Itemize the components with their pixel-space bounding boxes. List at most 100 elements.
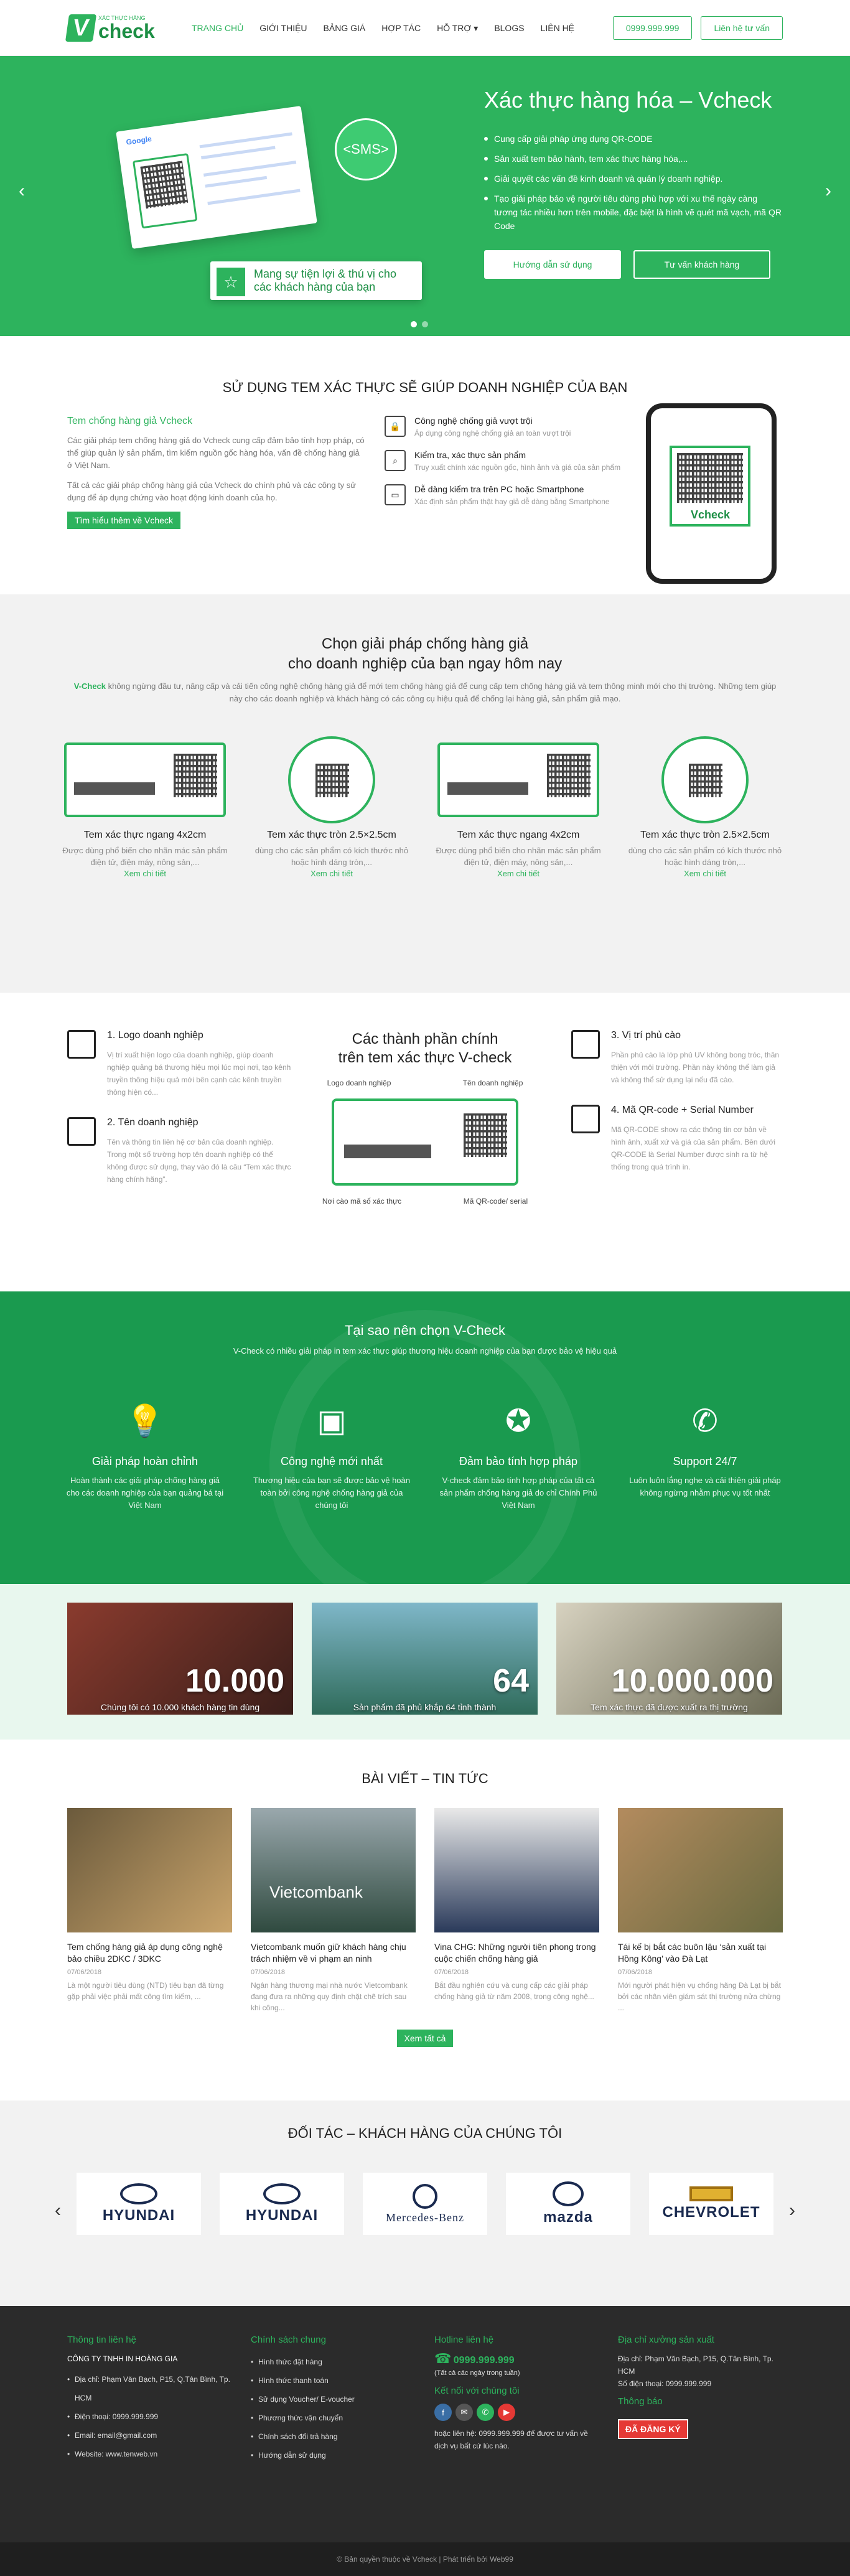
product-more-link[interactable]: Xem chi tiết: [124, 869, 166, 878]
news-headline[interactable]: Vina CHG: Những người tiên phong trong c…: [434, 1941, 599, 1965]
partner-logo[interactable]: HYUNDAI: [220, 2173, 344, 2235]
why-item-desc: V-check đảm bảo tính hợp pháp của tất cả…: [439, 1476, 597, 1510]
product-title: Tem xác thực tròn 2.5×2.5cm: [640, 830, 770, 840]
product-more-link[interactable]: Xem chi tiết: [497, 869, 539, 878]
news-excerpt: Là một người tiêu dùng (NTD) tiêu bạn đã…: [67, 1981, 224, 2001]
tag-label: Nơi cào mã số xác thực: [322, 1197, 402, 1206]
product-card: Tem xác thực ngang 4x2cm Được dùng phổ bi…: [61, 736, 229, 878]
policy-link[interactable]: Hướng dẫn sử dụng: [251, 2446, 416, 2465]
hero-bullet: Tạo giải pháp bảo vệ người tiêu dùng phù…: [484, 192, 783, 233]
nav-support[interactable]: HỖ TRỢ ▾: [437, 23, 478, 34]
learn-more-button[interactable]: Tìm hiểu thêm về Vcheck: [67, 512, 180, 529]
footer-info[interactable]: Website: www.tenweb.vn: [67, 2445, 232, 2463]
product-card: Tem xác thực ngang 4x2cm Được dùng phổ bi…: [434, 736, 602, 878]
solutions-title: Chọn giải pháp chống hàng giả cho doanh n…: [0, 634, 850, 674]
chevron-down-icon: ▾: [474, 22, 479, 33]
phone-button[interactable]: 0999.999.999: [612, 16, 693, 40]
partner-name: mazda: [543, 2209, 593, 2226]
next-arrow-icon[interactable]: ›: [825, 180, 831, 202]
policy-link[interactable]: Sử dụng Voucher/ E-voucher: [251, 2390, 416, 2409]
solutions-title-1: Chọn giải pháp chống hàng giả: [321, 635, 529, 652]
news-image: Vietcombank: [251, 1808, 416, 1932]
phone-brand: Vcheck: [691, 508, 731, 521]
news-date: 07/06/2018: [251, 1969, 286, 1976]
product-desc: Được dùng phổ biến cho nhãn mác sản phẩm…: [62, 846, 228, 867]
news-headline[interactable]: Vietcombank muốn giữ khách hàng chịu trá…: [251, 1941, 416, 1965]
news-excerpt: Bắt đầu nghiên cứu và cung cấp các giải …: [434, 1981, 594, 2001]
benefits-paragraph: Tất cả các giải pháp chống hàng giả của …: [67, 480, 356, 502]
consult-customer-button[interactable]: Tư vấn khách hàng: [633, 250, 770, 279]
policy-link[interactable]: Chính sách đổi trả hàng: [251, 2427, 416, 2446]
nav-blogs[interactable]: BLOGS: [494, 23, 524, 34]
prev-arrow-icon[interactable]: ‹: [19, 180, 25, 202]
phone-icon[interactable]: ✆: [477, 2404, 494, 2421]
slider-dot[interactable]: [422, 321, 428, 327]
nav-pricing[interactable]: BẢNG GIÁ: [324, 23, 366, 34]
youtube-icon[interactable]: ▶: [498, 2404, 515, 2421]
news-card[interactable]: Tem chống hàng giả áp dụng công nghệ bảo…: [67, 1808, 232, 2013]
stat-number: 10.000: [185, 1663, 284, 1699]
product-title: Tem xác thực tròn 2.5×2.5cm: [267, 830, 396, 840]
hero-bullets: Cung cấp giải pháp ứng dụng QR-CODE Sản …: [484, 132, 783, 233]
feature-desc: Áp dụng công nghệ chống giả an toàn vượt…: [414, 429, 571, 438]
logo[interactable]: V XÁC THỰC HÀNG check: [65, 14, 179, 42]
policy-link[interactable]: Hình thức đặt hàng: [251, 2353, 416, 2371]
policy-link[interactable]: Hình thức thanh toán: [251, 2371, 416, 2390]
feature-desc: Xác định sản phẩm thật hay giả dễ dàng b…: [414, 497, 610, 506]
hotline-number[interactable]: 0999.999.999: [454, 2355, 515, 2366]
view-all-button[interactable]: Xem tất cả: [396, 2030, 454, 2047]
nav-contact[interactable]: LIÊN HỆ: [541, 23, 574, 34]
email-icon[interactable]: ✉: [455, 2404, 473, 2421]
bank-sign: Vietcombank: [269, 1883, 363, 1901]
sms-bubble: <SMS>: [335, 118, 397, 180]
news-card[interactable]: Vina CHG: Những người tiên phong trong c…: [434, 1808, 599, 2013]
nav-about[interactable]: GIỚI THIỆU: [259, 23, 307, 34]
news-image: [67, 1808, 232, 1932]
product-more-link[interactable]: Xem chi tiết: [311, 869, 353, 878]
footer-info[interactable]: Email: email@gmail.com: [67, 2426, 232, 2445]
news-card[interactable]: Vietcombank Vietcombank muốn giữ khách hà…: [251, 1808, 416, 2013]
main-nav: TRANG CHỦ GIỚI THIỆU BẢNG GIÁ HỢP TÁC HỖ…: [192, 23, 604, 34]
news-headline[interactable]: Tem chống hàng giả áp dụng công nghệ bảo…: [67, 1941, 232, 1965]
next-arrow-icon[interactable]: ›: [789, 2200, 795, 2221]
news-date: 07/06/2018: [434, 1969, 469, 1976]
news-headline[interactable]: Tái kế bị bắt các buôn lậu ‘sản xuất tại…: [618, 1941, 783, 1965]
nav-cooperation[interactable]: HỢP TÁC: [381, 23, 421, 34]
news-excerpt: Ngân hàng thương mại nhà nước Vietcomban…: [251, 1981, 408, 2012]
search-document-icon: ⌕: [385, 450, 406, 471]
feature-desc: Truy xuất chính xác nguồn gốc, hình ảnh …: [414, 463, 621, 472]
product-desc: dùng cho các sản phẩm có kích thước nhỏ …: [628, 846, 782, 867]
id-card-icon: [67, 1117, 96, 1146]
registered-badge[interactable]: ĐÃ ĐĂNG KÝ: [618, 2419, 688, 2439]
facebook-icon[interactable]: f: [434, 2404, 452, 2421]
components-title-2: trên tem xác thực V-check: [338, 1049, 512, 1066]
partner-logo[interactable]: HYUNDAI: [77, 2173, 201, 2235]
stats-section: 10.000 Chúng tôi có 10.000 khách hàng tin…: [0, 1584, 850, 1740]
devices-icon: ▭: [385, 484, 406, 505]
why-item-desc: Hoàn thành các giải pháp chống hàng giả …: [66, 1476, 224, 1510]
benefits-paragraph: Các giải pháp tem chống hàng giả do Vche…: [67, 436, 365, 470]
product-more-link[interactable]: Xem chi tiết: [684, 869, 726, 878]
qr-code-icon: [133, 153, 198, 229]
google-logo: Google: [125, 134, 152, 147]
why-item-title: Giải pháp hoàn chỉnh: [91, 1455, 198, 1468]
benefits-title: SỬ DỤNG TEM XÁC THỰC SẼ GIÚP DOANH NGHIỆ…: [222, 380, 628, 395]
label-diagram: [332, 1098, 518, 1186]
solutions-section: Chọn giải pháp chống hàng giả cho doanh n…: [0, 594, 850, 993]
nav-home[interactable]: TRANG CHỦ: [192, 23, 243, 34]
hero-bullet: Giải quyết các vấn đề kinh doanh và quản…: [484, 172, 783, 185]
why-item-desc: Thương hiệu của bạn sẽ được bảo vệ hoàn …: [253, 1476, 410, 1510]
news-card[interactable]: Tái kế bị bắt các buôn lậu ‘sản xuất tại…: [618, 1808, 783, 2013]
partner-logo[interactable]: mazda: [506, 2173, 630, 2235]
slider-dot[interactable]: [411, 321, 417, 327]
tag-label: Mã QR-code/ serial: [463, 1197, 528, 1206]
consult-button[interactable]: Liên hệ tư vấn: [701, 16, 783, 40]
guide-button[interactable]: Hướng dẫn sử dụng: [484, 250, 621, 279]
logo-brand: check: [98, 19, 155, 42]
footer-info: Điện thoại: 0999.999.999: [67, 2407, 232, 2426]
policy-link[interactable]: Phương thức vận chuyển: [251, 2409, 416, 2427]
prev-arrow-icon[interactable]: ‹: [55, 2200, 61, 2221]
partner-logo[interactable]: Mercedes-Benz: [363, 2173, 487, 2235]
partner-logo[interactable]: CHEVROLET: [649, 2173, 773, 2235]
product-card: Tem xác thực tròn 2.5×2.5cm dùng cho các …: [248, 736, 416, 878]
